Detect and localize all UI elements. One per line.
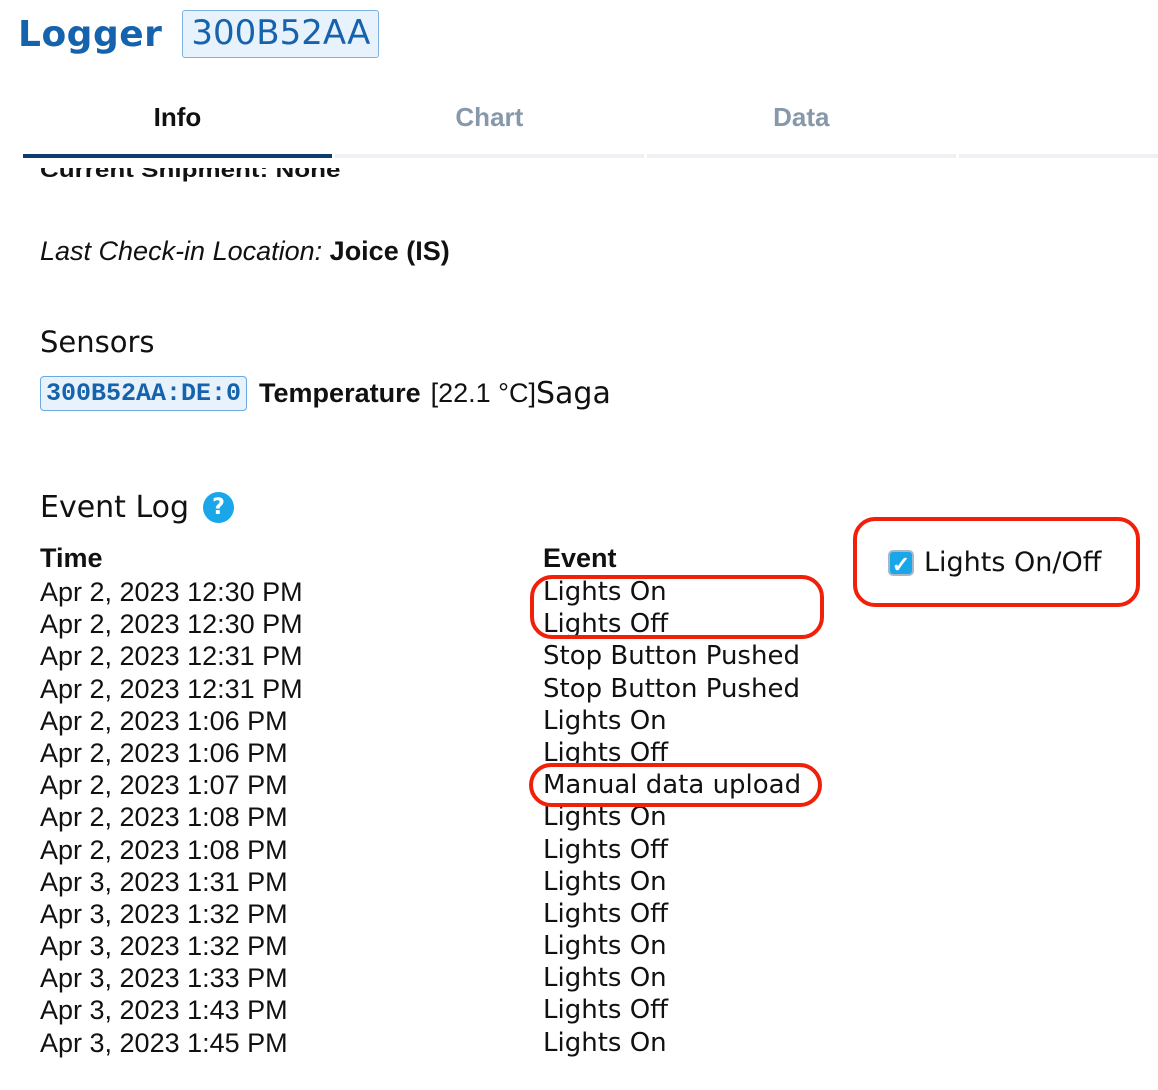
event-name: Lights On xyxy=(543,963,667,994)
sensor-value: [22.1 °C] xyxy=(430,378,536,408)
sensor-type: Temperature xyxy=(259,378,421,408)
annotation-highlight-filter xyxy=(853,517,1140,607)
last-checkin-value: Joice (IS) xyxy=(329,236,450,266)
event-time: Apr 3, 2023 1:32 PM xyxy=(40,898,288,929)
event-time: Apr 3, 2023 1:33 PM xyxy=(40,963,288,994)
event-name: Lights On xyxy=(543,931,667,962)
event-name: Stop Button Pushed xyxy=(543,641,800,672)
annotation-highlight-upload xyxy=(529,763,822,807)
tab-bar: Info Chart Data xyxy=(23,88,1158,158)
event-time: Apr 2, 2023 1:06 PM xyxy=(40,737,288,768)
tab-chart[interactable]: Chart xyxy=(334,88,644,158)
last-checkin-label: Last Check-in Location: xyxy=(40,236,323,266)
sensor-id-link[interactable]: 300B52AA:DE:0 xyxy=(40,376,248,411)
event-time: Apr 3, 2023 1:31 PM xyxy=(40,866,288,897)
event-time: Apr 2, 2023 12:30 PM xyxy=(40,577,303,607)
event-log-heading: Event Log xyxy=(40,490,190,525)
help-icon[interactable]: ? xyxy=(203,492,235,523)
event-time: Apr 2, 2023 1:08 PM xyxy=(40,834,288,865)
tab-info[interactable]: Info xyxy=(23,88,332,158)
event-name: Lights Off xyxy=(543,834,669,865)
event-column: Lights On Lights Off Stop Button Pushed Sto… xyxy=(543,576,801,1059)
current-shipment-clipped: Current Shipment: None xyxy=(40,168,341,182)
sensor-item: 300B52AA:DE:0 Temperature [22.1 °C] Saga xyxy=(40,376,611,411)
time-column: Apr 2, 2023 12:30 PM Apr 2, 2023 12:30 PM… xyxy=(40,576,303,1059)
event-name: Stop Button Pushed xyxy=(543,673,800,704)
event-time: Apr 2, 2023 1:08 PM xyxy=(40,802,288,833)
event-time: Apr 2, 2023 12:30 PM xyxy=(40,609,303,640)
logger-id-badge: 300B52AA xyxy=(182,10,380,58)
event-time: Apr 2, 2023 1:07 PM xyxy=(40,770,288,801)
event-time: Apr 3, 2023 1:43 PM xyxy=(40,995,288,1026)
event-name: Lights Off xyxy=(543,898,669,929)
tab-data[interactable]: Data xyxy=(646,88,956,158)
event-time: Apr 3, 2023 1:45 PM xyxy=(40,1027,288,1058)
event-log-heading-row: Event Log ? xyxy=(40,490,235,525)
event-name: Lights On xyxy=(543,1027,667,1058)
column-header-time: Time xyxy=(40,543,103,573)
sensor-name: Saga xyxy=(535,376,611,411)
event-time: Apr 2, 2023 1:06 PM xyxy=(40,705,288,736)
event-time: Apr 2, 2023 12:31 PM xyxy=(40,673,303,704)
event-name: Lights On xyxy=(543,866,667,897)
event-name: Lights On xyxy=(543,705,667,736)
tab-spacer xyxy=(958,88,1158,158)
event-time: Apr 3, 2023 1:32 PM xyxy=(40,931,288,962)
last-checkin-location: Last Check-in Location: Joice (IS) xyxy=(40,236,450,267)
column-header-event: Event xyxy=(543,543,617,573)
annotation-highlight-lights xyxy=(530,575,824,639)
event-time: Apr 2, 2023 12:31 PM xyxy=(40,641,303,672)
page-title: Logger xyxy=(18,13,163,55)
sensors-heading: Sensors xyxy=(40,325,155,359)
page-header: Logger 300B52AA xyxy=(18,10,380,58)
event-name: Lights Off xyxy=(543,995,669,1026)
